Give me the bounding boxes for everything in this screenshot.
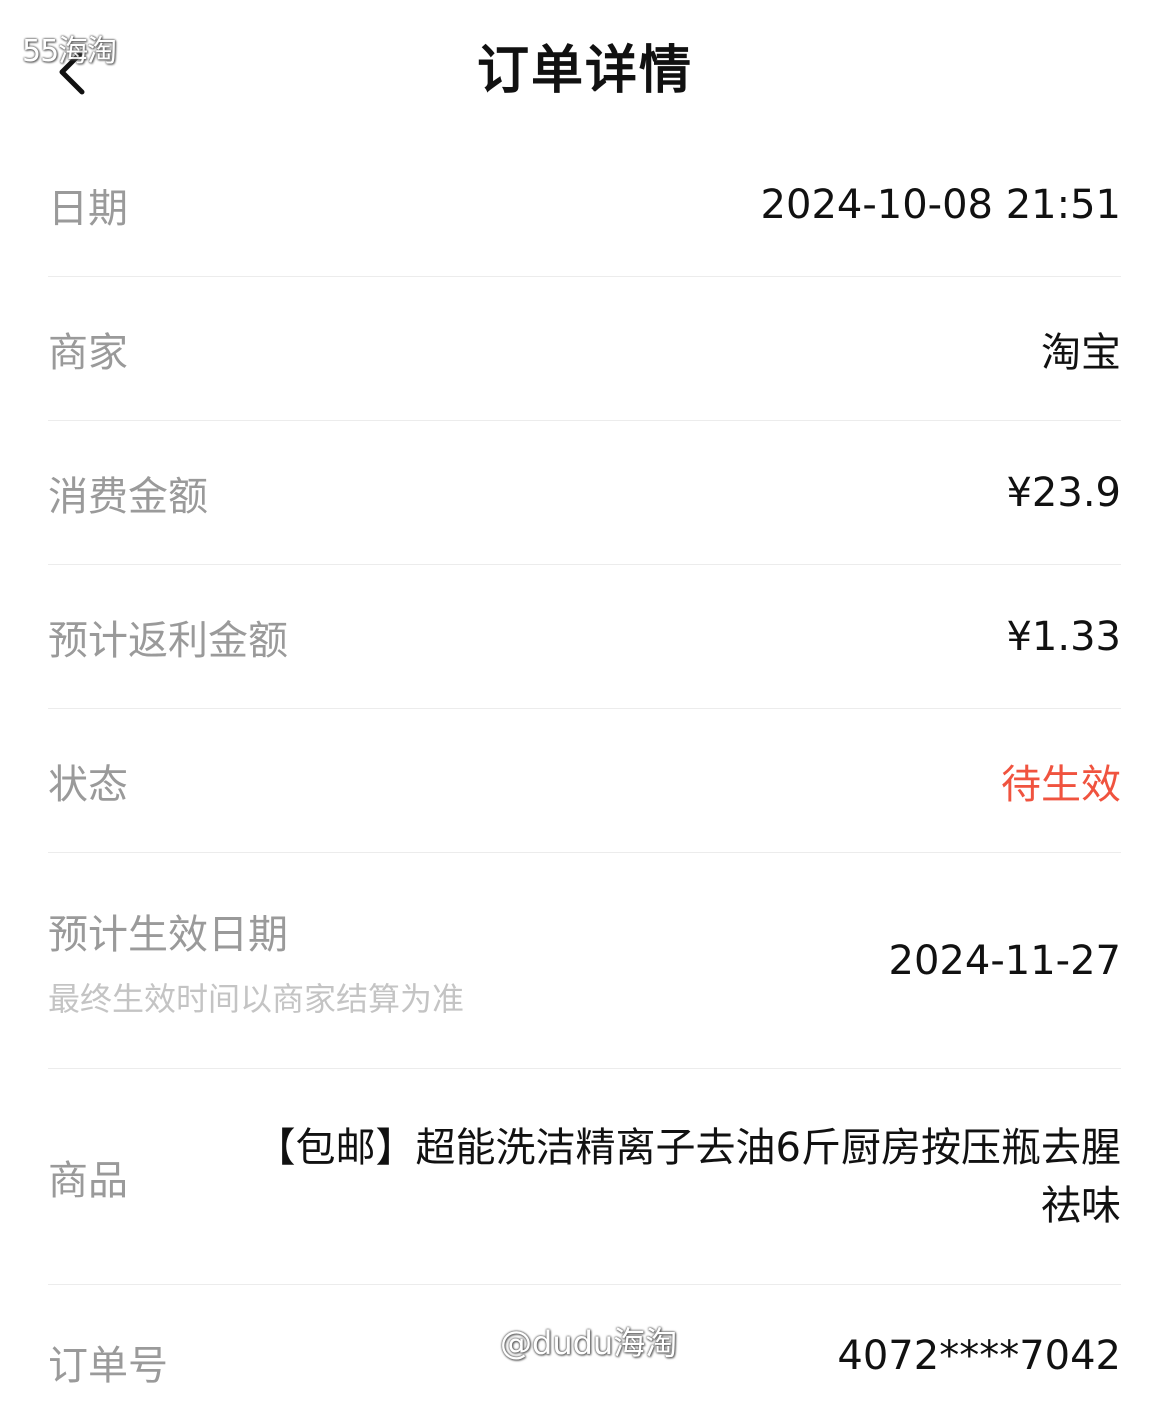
order-number-value: 4072****7042 [837,1333,1121,1379]
order-detail-list: 日期 2024-10-08 21:51 商家 淘宝 消费金额 ¥23.9 预计返… [48,133,1121,1405]
row-goods: 商品 【包邮】超能洗洁精离子去油6斤厨房按压瓶去腥祛味 [48,1069,1121,1285]
row-effective-date: 预计生效日期 最终生效时间以商家结算为准 2024-11-27 [48,853,1121,1069]
merchant-label: 商家 [48,329,128,376]
row-date: 日期 2024-10-08 21:51 [48,133,1121,277]
amount-label: 消费金额 [48,473,208,520]
date-value: 2024-10-08 21:51 [760,181,1121,228]
status-label: 状态 [48,761,128,808]
page-title: 订单详情 [476,41,693,101]
row-order-number: 订单号 4072****7042 [48,1285,1121,1405]
goods-value: 【包邮】超能洗洁精离子去油6斤厨房按压瓶去腥祛味 [255,1124,1121,1229]
row-status: 状态 待生效 [48,709,1121,853]
order-number-label: 订单号 [48,1343,168,1389]
goods-label: 商品 [48,1157,128,1204]
merchant-value: 淘宝 [1041,329,1121,376]
rebate-label: 预计返利金额 [48,617,288,664]
effective-date-value: 2024-11-27 [888,937,1121,984]
row-rebate: 预计返利金额 ¥1.33 [48,565,1121,709]
status-value: 待生效 [1001,761,1121,808]
amount-value: ¥23.9 [1006,469,1121,516]
rebate-value: ¥1.33 [1006,613,1121,660]
date-label: 日期 [48,185,128,232]
effective-date-label: 预计生效日期 [48,911,288,958]
header-bar: 55海淘 订单详情 [0,0,1170,130]
row-merchant: 商家 淘宝 [48,277,1121,421]
effective-date-note: 最终生效时间以商家结算为准 [48,979,465,1018]
row-amount: 消费金额 ¥23.9 [48,421,1121,565]
effective-date-label-block: 预计生效日期 最终生效时间以商家结算为准 [48,902,464,1020]
